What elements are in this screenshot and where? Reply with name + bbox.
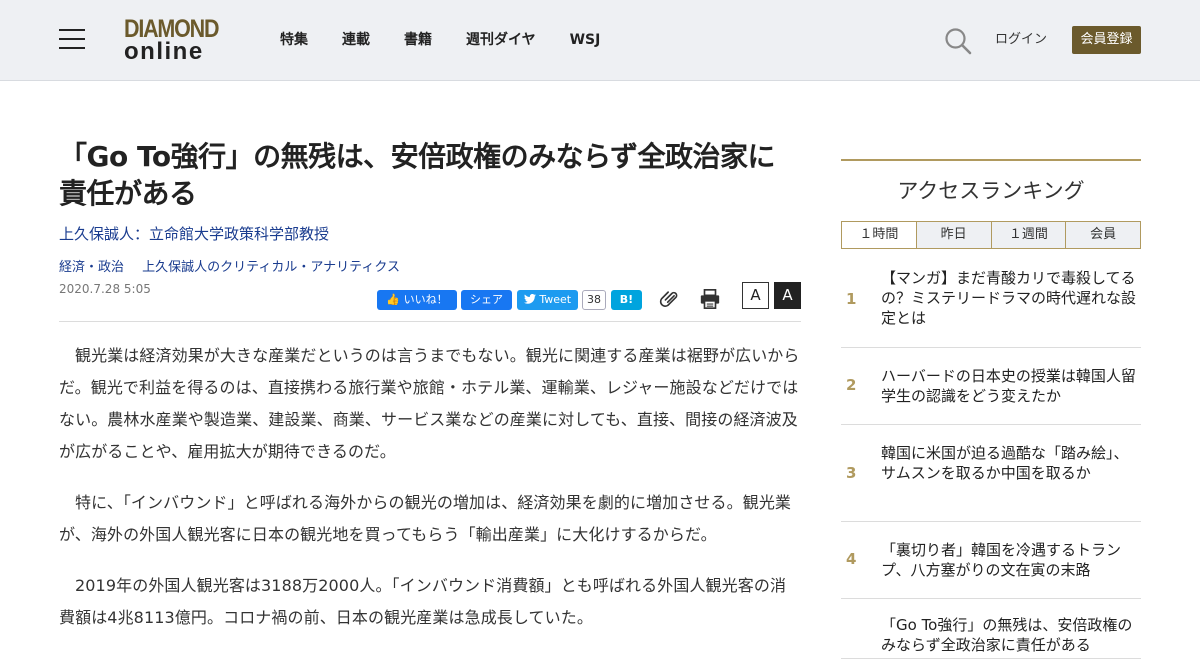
rank-number: 2 [846,376,857,394]
main-nav: 特集 連載 書籍 週刊ダイヤ WSJ [280,30,634,50]
login-link[interactable]: ログイン [995,31,1047,49]
tweet-button[interactable]: Tweet [517,290,578,310]
article-title: 「Go To強行」の無残は、安倍政権のみならず全政治家に責任がある [59,140,776,210]
nav-item-shoseki[interactable]: 書籍 [404,30,432,50]
ranking-item[interactable]: 4 「裏切り者」韓国を冷遇するトランプ、八方塞がりの文在寅の末路 [841,522,1141,599]
rank-title: 韓国に米国が迫る過酷な「踏み絵」、サムスンを取るか中国を取るか [881,444,1129,482]
tweet-count: 38 [582,290,606,310]
rank-title: 【マンガ】まだ青酸カリで毒殺してるの？ミステリードラマの時代遅れな設定とは [881,269,1137,327]
paragraph: 特に、「インバウンド」と呼ばれる海外からの観光の増加は、経済効果を劇的に増加させ… [59,493,792,544]
logo-top-text: DIAMOND [124,15,219,43]
paragraph: 2019年の外国人観光客は3188万2000人。「インバウンド消費額」とも呼ばれ… [59,576,787,627]
category-link[interactable]: 経済・政治 [59,260,124,275]
tweet-label: Tweet [539,293,572,306]
tab-members[interactable]: 会員 [1065,222,1140,248]
paperclip-icon[interactable] [659,288,681,310]
hamburger-menu-icon[interactable] [59,29,85,49]
register-button[interactable]: 会員登録 [1072,26,1141,54]
twitter-bird-icon [523,293,536,304]
facebook-share-button[interactable]: シェア [461,290,512,310]
nav-item-weekly-diamond[interactable]: 週刊ダイヤ [466,30,536,50]
font-size-normal-button[interactable]: A [742,282,769,309]
paragraph: 観光業は経済効果が大きな産業だというのは言うまでもない。観光に関連する産業は裾野… [59,346,800,461]
nav-item-wsj[interactable]: WSJ [570,30,601,50]
tab-1-hour[interactable]: １時間 [842,222,916,248]
ranking-item[interactable]: 3 韓国に米国が迫る過酷な「踏み絵」、サムスンを取るか中国を取るか [841,425,1141,522]
rank-title: 「Go To強行」の無残は、安倍政権のみならず全政治家に責任がある [881,616,1133,654]
search-icon[interactable] [944,27,972,55]
print-icon[interactable] [699,288,721,310]
tab-1-week[interactable]: １週間 [990,222,1066,248]
article-body: 観光業は経済効果が大きな産業だというのは言うまでもない。観光に関連する産業は裾野… [59,340,801,634]
article-meta: 2020.7.28 5:05 👍 いいね！ シェア Tweet 38 B! A … [59,281,801,311]
ranking-item[interactable]: 「Go To強行」の無残は、安倍政権のみならず全政治家に責任がある [841,599,1141,659]
divider [59,321,801,322]
nav-item-rensai[interactable]: 連載 [342,30,370,50]
rank-number: 1 [846,290,857,308]
hatena-bookmark-button[interactable]: B! [611,290,642,310]
facebook-like-button[interactable]: 👍 いいね！ [377,290,457,310]
series-link[interactable]: 上久保誠人のクリティカル・アナリティクス [142,260,400,275]
ranking-top-border [841,159,1141,161]
nav-item-tokushu[interactable]: 特集 [280,30,308,50]
access-ranking: アクセスランキング １時間 昨日 １週間 会員 1 【マンガ】まだ青酸カリで毒殺… [841,159,1141,659]
rank-number: 3 [846,464,857,482]
rank-title: 「裏切り者」韓国を冷遇するトランプ、八方塞がりの文在寅の末路 [881,541,1122,579]
ranking-item[interactable]: 1 【マンガ】まだ青酸カリで毒殺してるの？ミステリードラマの時代遅れな設定とは [841,249,1141,348]
publish-date: 2020.7.28 5:05 [59,282,151,296]
article: 「Go To強行」の無残は、安倍政権のみならず全政治家に責任がある 上久保誠人：… [59,138,801,634]
article-categories: 経済・政治 上久保誠人のクリティカル・アナリティクス [59,259,801,277]
font-size-large-button[interactable]: A [774,282,801,309]
ranking-item[interactable]: 2 ハーバードの日本史の授業は韓国人留学生の認識をどう変えたか [841,348,1141,425]
site-header: DIAMOND online 特集 連載 書籍 週刊ダイヤ WSJ ログイン 会… [0,0,1200,81]
rank-title: ハーバードの日本史の授業は韓国人留学生の認識をどう変えたか [881,367,1136,405]
site-logo[interactable]: DIAMOND online [124,16,226,64]
ranking-tabs: １時間 昨日 １週間 会員 [841,221,1141,249]
tab-yesterday[interactable]: 昨日 [915,222,991,248]
logo-bottom-text: online [124,38,204,65]
thumbs-up-icon: 👍 [386,293,404,306]
rank-number: 4 [846,550,857,568]
article-author[interactable]: 上久保誠人：立命館大学政策科学部教授 [59,224,801,244]
facebook-like-label: いいね！ [403,293,448,306]
ranking-title: アクセスランキング [897,179,1085,203]
